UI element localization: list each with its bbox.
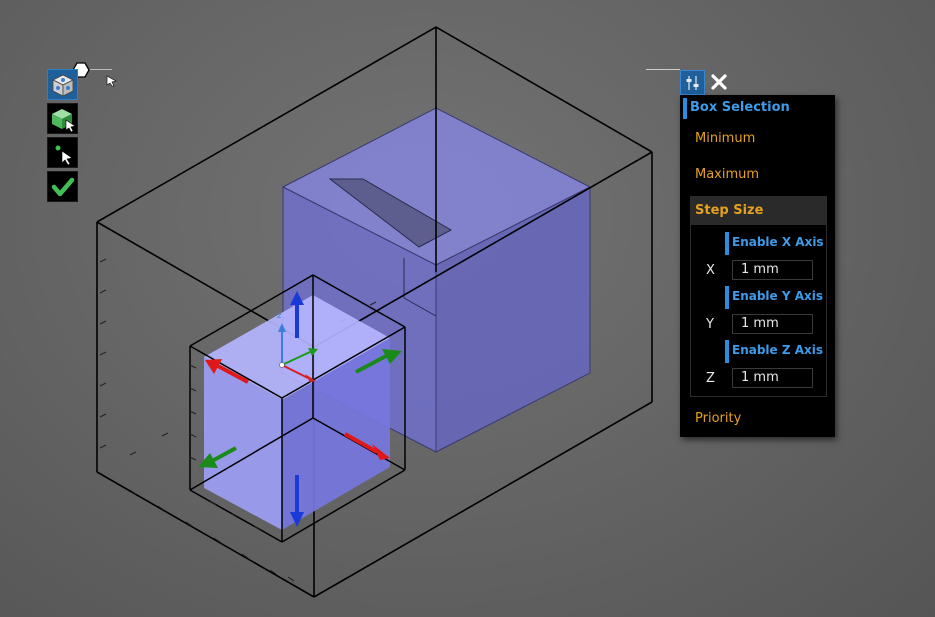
select-body-icon <box>51 108 76 132</box>
x-axis-label: X <box>706 263 715 278</box>
priority-option[interactable]: Priority <box>695 411 741 426</box>
checkmark-icon <box>51 177 74 196</box>
box-selection-panel: Box Selection Minimum Maximum Step Size … <box>680 95 835 437</box>
enable-z-axis-toggle[interactable]: Enable Z Axis <box>732 343 823 357</box>
step-size-label: Step Size <box>695 203 764 218</box>
step-size-group: Step Size Enable X Axis X 1 mm Enable Y … <box>690 196 827 397</box>
x-step-input[interactable]: 1 mm <box>732 260 813 280</box>
toolbar-connector-line <box>90 69 112 70</box>
enable-y-axis-toggle[interactable]: Enable Y Axis <box>732 289 823 303</box>
svg-text:z: z <box>277 311 281 320</box>
view-cube-button[interactable] <box>47 69 78 100</box>
minimum-option[interactable]: Minimum <box>695 131 755 146</box>
accept-button[interactable] <box>47 171 78 202</box>
close-button[interactable] <box>708 71 730 93</box>
panel-settings-button[interactable] <box>680 70 705 95</box>
mode-indicator <box>683 98 687 119</box>
select-body-button[interactable] <box>47 103 78 134</box>
cursor-icon <box>106 75 117 87</box>
step-size-header[interactable]: Step Size <box>691 197 826 225</box>
left-toolbar <box>47 69 80 205</box>
maximum-option[interactable]: Maximum <box>695 167 759 182</box>
box-selection-label[interactable]: Box Selection <box>690 100 790 115</box>
panel-connector-line <box>646 69 680 70</box>
sliders-icon <box>686 75 698 90</box>
z-step-input[interactable]: 1 mm <box>732 368 813 388</box>
y-step-input[interactable]: 1 mm <box>732 314 813 334</box>
select-point-icon <box>55 145 73 165</box>
view-cube-icon <box>51 74 74 97</box>
close-icon <box>711 74 727 90</box>
select-point-button[interactable] <box>47 137 78 168</box>
z-axis-label: Z <box>706 371 715 386</box>
enable-y-indicator <box>725 286 729 309</box>
enable-x-indicator <box>725 232 729 255</box>
enable-x-axis-toggle[interactable]: Enable X Axis <box>732 235 824 249</box>
y-axis-label: Y <box>706 317 714 332</box>
enable-z-indicator <box>725 340 729 363</box>
